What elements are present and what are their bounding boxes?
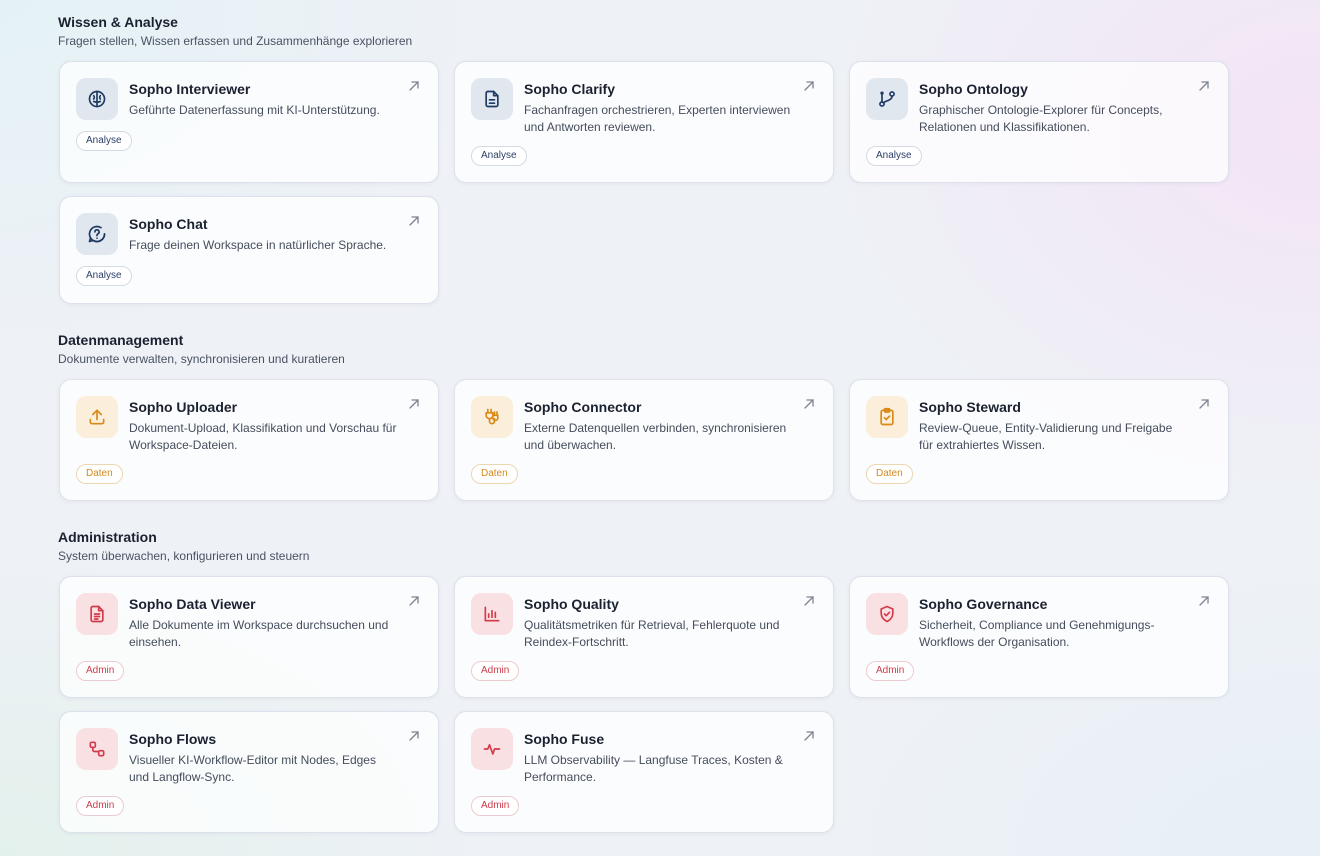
card-description: Frage deinen Workspace in natürlicher Sp… [129, 238, 387, 252]
app-card-quality[interactable]: Sopho Quality Qualitätsmetriken für Retr… [454, 576, 834, 698]
app-card-flows[interactable]: Sopho Flows Visueller KI-Workflow-Editor… [59, 711, 439, 833]
category-badge: Analyse [76, 266, 132, 286]
app-card-data-viewer[interactable]: Sopho Data Viewer Alle Dokumente im Work… [59, 576, 439, 698]
external-link-arrow-icon[interactable] [1198, 595, 1210, 607]
card-title: Sopho Clarify [524, 81, 616, 97]
external-link-arrow-icon[interactable] [408, 398, 420, 410]
card-description: Sicherheit, Compliance und Genehmigungs-… [919, 618, 1155, 649]
file-text-icon [76, 593, 118, 635]
section-subtitle: Fragen stellen, Wissen erfassen und Zusa… [58, 34, 413, 48]
card-title: Sopho Chat [129, 216, 208, 232]
category-badge: Daten [866, 464, 913, 484]
external-link-arrow-icon[interactable] [408, 215, 420, 227]
external-link-arrow-icon[interactable] [408, 80, 420, 92]
document-icon [471, 78, 513, 120]
external-link-arrow-icon[interactable] [408, 730, 420, 742]
section-title: Wissen & Analyse [58, 14, 178, 30]
app-card-uploader[interactable]: Sopho Uploader Dokument-Upload, Klassifi… [59, 379, 439, 501]
app-card-interviewer[interactable]: Sopho Interviewer Geführte Datenerfassun… [59, 61, 439, 183]
category-badge: Analyse [866, 146, 922, 166]
external-link-arrow-icon[interactable] [803, 398, 815, 410]
category-badge: Admin [76, 661, 125, 681]
section-title: Datenmanagement [58, 332, 184, 348]
category-badge: Admin [866, 661, 915, 681]
bar-chart-icon [471, 593, 513, 635]
card-description: Dokument-Upload, Klassifikation und Vors… [129, 421, 397, 452]
card-title: Sopho Quality [524, 596, 619, 612]
app-card-clarify[interactable]: Sopho Clarify Fachanfragen orchestrieren… [454, 61, 834, 183]
app-card-fuse[interactable]: Sopho Fuse LLM Observability — Langfuse … [454, 711, 834, 833]
external-link-arrow-icon[interactable] [803, 730, 815, 742]
external-link-arrow-icon[interactable] [408, 595, 420, 607]
clipboard-check-icon [866, 396, 908, 438]
card-description: Externe Datenquellen verbinden, synchron… [524, 421, 787, 452]
external-link-arrow-icon[interactable] [803, 595, 815, 607]
card-description: Review-Queue, Entity-Validierung und Fre… [919, 421, 1173, 452]
card-title: Sopho Fuse [524, 731, 605, 747]
brain-icon [76, 78, 118, 120]
category-badge: Daten [76, 464, 123, 484]
card-title: Sopho Ontology [919, 81, 1028, 97]
card-description: Geführte Datenerfassung mit KI-Unterstüt… [129, 103, 380, 117]
section-datenmanagement: Datenmanagement Dokumente verwalten, syn… [58, 332, 345, 366]
plug-icon [471, 396, 513, 438]
category-badge: Admin [471, 796, 520, 816]
app-card-chat[interactable]: Sopho Chat Frage deinen Workspace in nat… [59, 196, 439, 304]
card-title: Sopho Steward [919, 399, 1021, 415]
section-title: Administration [58, 529, 157, 545]
external-link-arrow-icon[interactable] [1198, 398, 1210, 410]
card-title: Sopho Governance [919, 596, 1048, 612]
card-description: Alle Dokumente im Workspace durchsuchen … [129, 618, 389, 649]
app-card-connector[interactable]: Sopho Connector Externe Datenquellen ver… [454, 379, 834, 501]
external-link-arrow-icon[interactable] [1198, 80, 1210, 92]
app-card-steward[interactable]: Sopho Steward Review-Queue, Entity-Valid… [849, 379, 1229, 501]
activity-icon [471, 728, 513, 770]
upload-icon [76, 396, 118, 438]
category-badge: Analyse [76, 131, 132, 151]
card-description: Fachanfragen orchestrieren, Experten int… [524, 103, 791, 134]
card-description: Visueller KI-Workflow-Editor mit Nodes, … [129, 753, 376, 784]
category-badge: Analyse [471, 146, 527, 166]
external-link-arrow-icon[interactable] [803, 80, 815, 92]
category-badge: Admin [76, 796, 125, 816]
section-subtitle: Dokumente verwalten, synchronisieren und… [58, 352, 345, 366]
section-wissen-analyse: Wissen & Analyse Fragen stellen, Wissen … [58, 14, 412, 48]
card-title: Sopho Interviewer [129, 81, 251, 97]
card-title: Sopho Uploader [129, 399, 238, 415]
category-badge: Admin [471, 661, 520, 681]
card-description: LLM Observability — Langfuse Traces, Kos… [524, 753, 783, 784]
workflow-icon [76, 728, 118, 770]
card-title: Sopho Connector [524, 399, 642, 415]
card-description: Qualitätsmetriken für Retrieval, Fehlerq… [524, 618, 780, 649]
card-title: Sopho Flows [129, 731, 217, 747]
chat-question-icon [76, 213, 118, 255]
app-card-ontology[interactable]: Sopho Ontology Graphischer Ontologie-Exp… [849, 61, 1229, 183]
app-card-governance[interactable]: Sopho Governance Sicherheit, Compliance … [849, 576, 1229, 698]
card-title: Sopho Data Viewer [129, 596, 256, 612]
shield-check-icon [866, 593, 908, 635]
category-badge: Daten [471, 464, 518, 484]
git-branch-icon [866, 78, 908, 120]
card-description: Graphischer Ontologie-Explorer für Conce… [919, 103, 1163, 134]
section-subtitle: System überwachen, konfigurieren und ste… [58, 549, 310, 563]
section-administration: Administration System überwachen, konfig… [58, 529, 309, 563]
